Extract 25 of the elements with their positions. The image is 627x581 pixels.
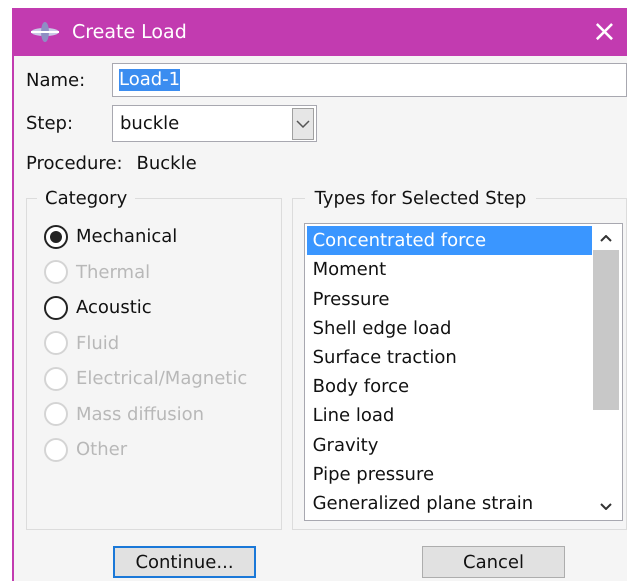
app-icon (30, 21, 60, 43)
list-item[interactable]: Surface traction (306, 342, 592, 372)
chevron-up-icon (600, 234, 612, 242)
types-listbox[interactable]: Concentrated force Moment Pressure Shell edge load Surface traction Body force Line load Gravity Pipe pressure Generalized plane strain (304, 223, 623, 521)
dialog-button[interactable]: Cancel (422, 546, 565, 578)
step-dropdown[interactable]: buckle (112, 105, 317, 142)
list-item[interactable]: Body force (306, 372, 592, 402)
list-item[interactable]: Moment (306, 255, 592, 284)
list-item[interactable]: Gravity (306, 430, 592, 460)
radio-option[interactable]: Mechanical (44, 219, 281, 254)
close-button[interactable]: × (588, 17, 621, 47)
procedure-label: Procedure: (26, 152, 123, 176)
dialog-button[interactable]: Continue... (113, 546, 256, 578)
step-label: Step: (26, 112, 74, 136)
chevron-down-icon (600, 502, 612, 510)
list-item[interactable]: Pipe pressure (306, 460, 592, 489)
list-item[interactable]: Line load (306, 401, 592, 430)
name-label: Name: (26, 68, 86, 92)
list-item[interactable]: Shell edge load (306, 314, 592, 343)
list-item[interactable]: Pressure (306, 284, 592, 314)
procedure-value: Buckle (136, 152, 197, 176)
list-item[interactable]: Generalized plane strain (306, 488, 592, 518)
chevron-down-icon (292, 108, 314, 140)
window-title: Create Load (72, 20, 187, 45)
radio-option[interactable]: Acoustic (44, 290, 281, 326)
